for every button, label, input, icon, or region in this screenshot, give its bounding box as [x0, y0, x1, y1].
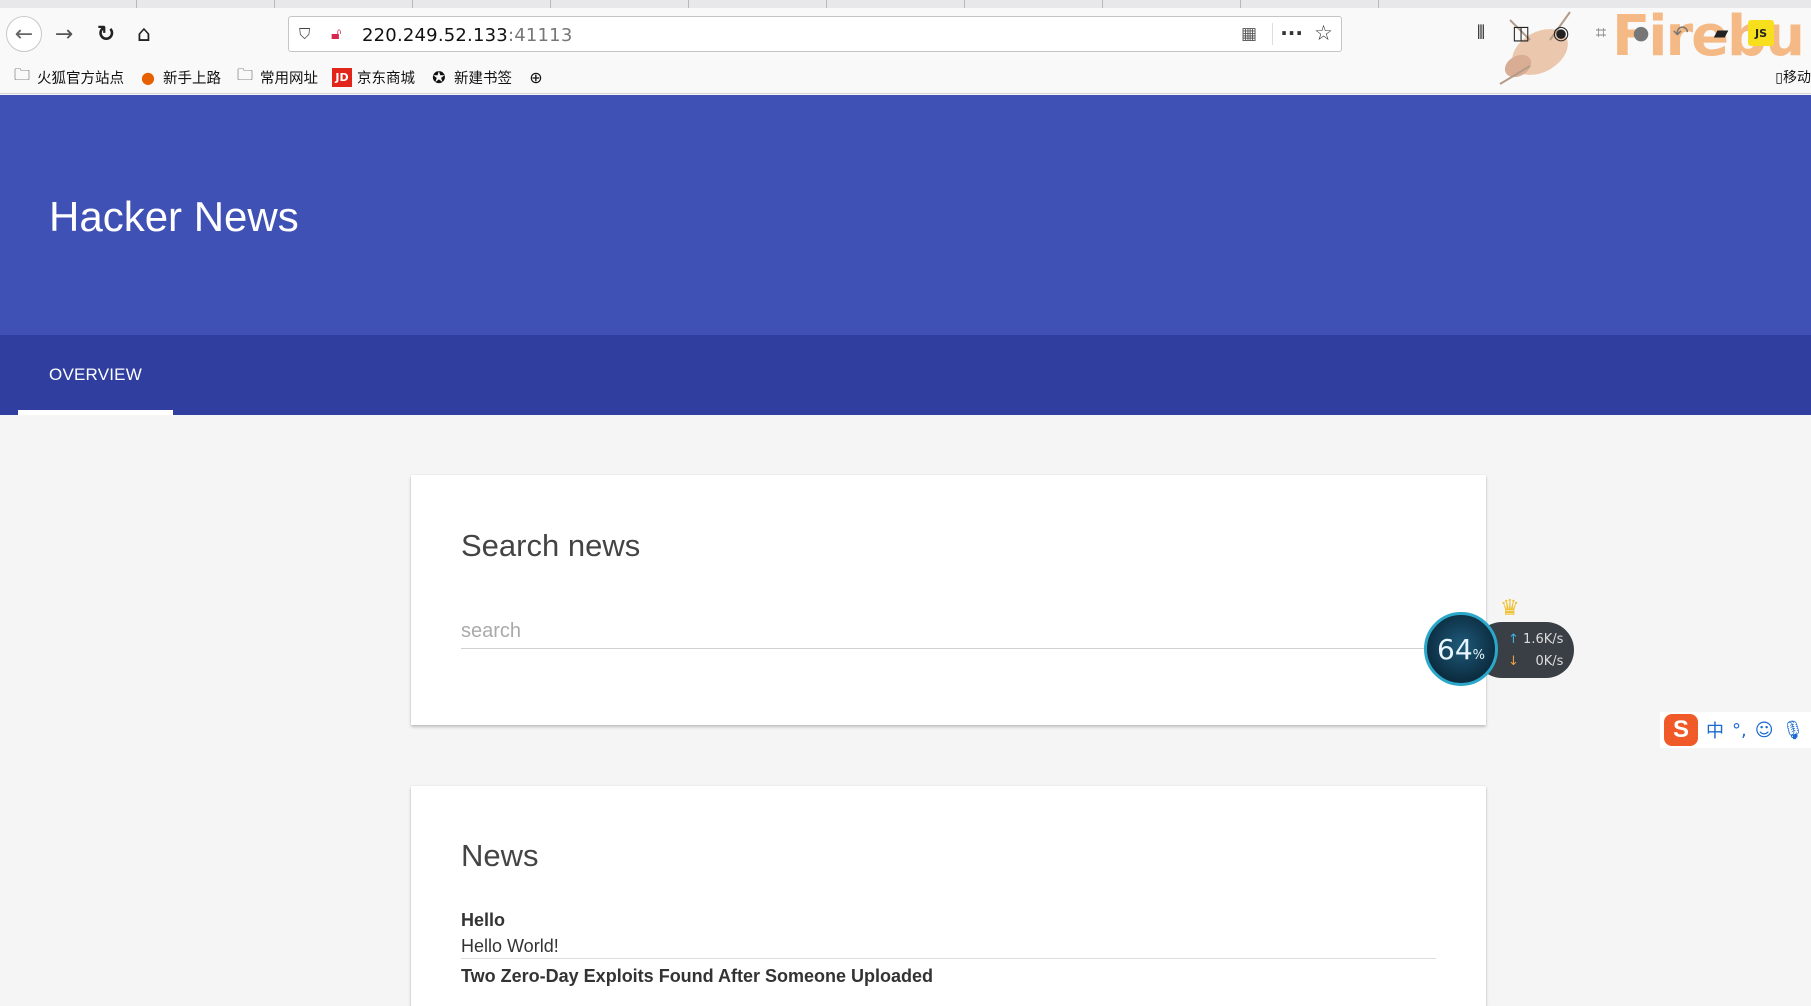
memory-usage-value: 64% — [1437, 633, 1485, 666]
network-speed-widget[interactable]: ♛ 64% ↑ 1.6K/s ↓ 0K/s — [1424, 596, 1574, 686]
tab-separator — [688, 0, 689, 8]
microphone-icon[interactable]: 🎙︎ — [1782, 720, 1805, 741]
qr-code-icon[interactable]: ▦ — [1241, 24, 1257, 44]
active-tab-indicator — [18, 410, 173, 415]
mobile-icon: ▯ — [1775, 70, 1783, 86]
folder-icon: 🗀 — [13, 64, 30, 84]
ime-toolbar[interactable]: S 中 °, ☺ 🎙︎ — [1660, 712, 1811, 748]
bookmark-label: 常用网址 — [260, 70, 318, 87]
tab-separator — [964, 0, 965, 8]
sogou-logo-icon[interactable]: S — [1664, 714, 1698, 746]
news-item-body: Hello World! — [461, 936, 559, 956]
toolbar-icons: ⫴ ◫ ◉ ⌗ ● ↶ ▰ JS — [1468, 20, 1774, 46]
tab-separator — [826, 0, 827, 8]
upload-value: 1.6 — [1523, 632, 1544, 647]
bookmark-label: 火狐官方站点 — [37, 70, 124, 87]
bookmark-item[interactable]: 🗀 常用网址 — [235, 64, 318, 91]
news-item-title: Two Zero-Day Exploits Found After Someon… — [461, 966, 934, 986]
tab-separator — [1240, 0, 1241, 8]
jd-icon: JD — [332, 67, 352, 87]
ime-language-toggle[interactable]: 中 — [1706, 717, 1724, 743]
tab-separator — [274, 0, 275, 8]
bookmarks-toolbar: 🗀 火狐官方站点 ● 新手上路 🗀 常用网址 JD 京东商城 ✪ 新建书签 ⊕ — [0, 64, 546, 90]
ime-punctuation-toggle[interactable]: °, — [1732, 720, 1747, 741]
arrow-right-icon: → — [54, 21, 74, 47]
url-port: :41113 — [507, 25, 573, 46]
chat-icon[interactable]: ● — [1628, 20, 1654, 46]
memory-percent-unit: % — [1472, 647, 1485, 663]
back-button[interactable]: ← — [6, 16, 42, 52]
forward-button[interactable]: → — [48, 18, 80, 50]
bookmark-item[interactable]: ● 新手上路 — [138, 67, 221, 88]
bookmark-label: 新建书签 — [454, 70, 512, 87]
mask-extension-icon[interactable]: ▰ — [1708, 20, 1734, 46]
bookmark-icon: ✪ — [432, 67, 446, 87]
upload-unit: K/s — [1543, 632, 1564, 647]
more-actions-icon[interactable]: ··· — [1280, 21, 1303, 45]
news-item[interactable]: Hello Hello World! — [461, 909, 1436, 959]
firefox-icon: ● — [141, 67, 155, 87]
bookmark-star-icon[interactable]: ☆ — [1314, 21, 1333, 45]
news-card-title: News — [461, 838, 539, 873]
browser-chrome: ← → ↻ ⌂ ⛉ 🔓︎ 220.249.52.133:41113 ▦ ··· … — [0, 0, 1811, 94]
url-divider — [1272, 23, 1273, 45]
download-speed: ↓ 0K/s — [1508, 654, 1563, 669]
sidebar-icon[interactable]: ◫ — [1508, 20, 1534, 46]
page-title: Hacker News — [49, 193, 299, 240]
crown-icon: ♛ — [1500, 596, 1520, 621]
tab-separator — [136, 0, 137, 8]
bookmark-item[interactable]: ✪ 新建书签 — [429, 67, 512, 88]
screenshot-crop-icon[interactable]: ⌗ — [1588, 20, 1614, 46]
upload-speed: ↑ 1.6K/s — [1508, 632, 1563, 647]
news-card: News Hello Hello World! Two Zero-Day Exp… — [411, 786, 1486, 1006]
bookmark-item[interactable]: JD 京东商城 — [332, 67, 415, 88]
search-card-title: Search news — [461, 528, 641, 563]
arrow-left-icon: ← — [14, 21, 34, 47]
account-icon[interactable]: ◉ — [1548, 20, 1574, 46]
home-button[interactable]: ⌂ — [128, 18, 160, 50]
reload-button[interactable]: ↻ — [90, 18, 122, 50]
download-arrow-icon: ↓ — [1508, 654, 1519, 669]
download-value: 0 — [1535, 654, 1544, 669]
tab-overview[interactable]: OVERVIEW — [18, 335, 173, 415]
bookmark-label: 新手上路 — [163, 70, 221, 87]
folder-icon: 🗀 — [236, 64, 253, 84]
bookmark-item[interactable]: ⊕ — [526, 68, 546, 87]
tab-separator — [1102, 0, 1103, 8]
library-icon[interactable]: ⫴ — [1468, 20, 1494, 46]
home-icon: ⌂ — [137, 21, 151, 47]
insecure-lock-icon[interactable]: 🔓︎ — [331, 24, 341, 44]
bookmark-label: 京东商城 — [357, 70, 415, 87]
url-text[interactable]: 220.249.52.133:41113 — [362, 25, 572, 46]
download-unit: K/s — [1543, 654, 1564, 669]
emoji-icon[interactable]: ☺ — [1755, 720, 1774, 741]
app-header: Hacker News — [0, 95, 1811, 335]
mobile-bookmarks[interactable]: ▯移动 — [1775, 67, 1811, 87]
tab-separator — [1378, 0, 1379, 8]
bookmark-item[interactable]: 🗀 火狐官方站点 — [12, 64, 124, 91]
tab-separator — [412, 0, 413, 8]
tab-bar: OVERVIEW — [0, 335, 1811, 415]
memory-percent: 64 — [1437, 632, 1473, 666]
search-card: Search news — [411, 475, 1486, 725]
search-input[interactable] — [461, 609, 1436, 649]
news-item-title: Hello — [461, 910, 506, 930]
url-host: 220.249.52.133 — [362, 25, 508, 46]
memory-usage-gauge: 64% — [1424, 612, 1498, 686]
firebug-bug-icon — [1499, 11, 1571, 85]
js-extension-icon[interactable]: JS — [1748, 20, 1774, 46]
undo-icon[interactable]: ↶ — [1668, 20, 1694, 46]
mobile-bookmarks-label: 移动 — [1783, 70, 1811, 86]
shield-icon[interactable]: ⛉ — [299, 25, 310, 43]
globe-icon: ⊕ — [529, 67, 543, 87]
news-item[interactable]: Two Zero-Day Exploits Found After Someon… — [461, 965, 1436, 987]
url-bar[interactable]: ⛉ 🔓︎ 220.249.52.133:41113 ▦ ··· ☆ — [288, 16, 1342, 52]
reload-icon: ↻ — [96, 21, 116, 47]
tab-separator — [550, 0, 551, 8]
upload-arrow-icon: ↑ — [1508, 632, 1519, 647]
